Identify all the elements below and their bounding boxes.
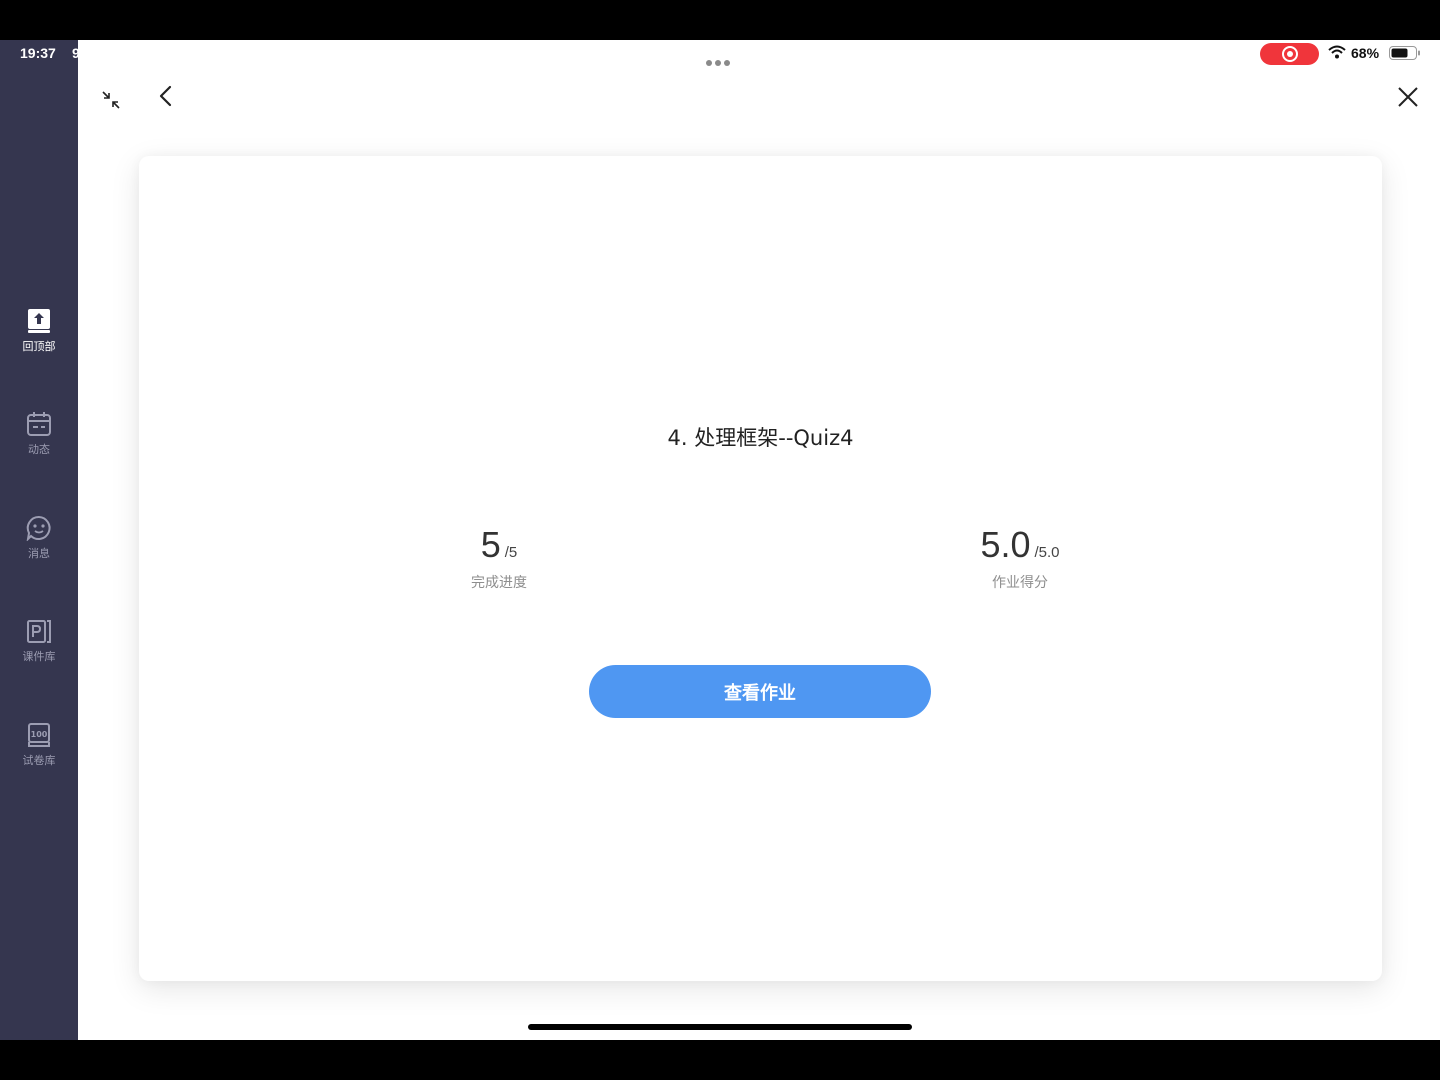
view-homework-button[interactable]: 查看作业	[589, 665, 931, 718]
progress-label: 完成进度	[471, 575, 527, 591]
app-screen: 19:37 9 回顶部 动态 消息 课件库 100 试卷库 68% 4. 处理框…	[0, 40, 1440, 1040]
record-icon	[1282, 46, 1298, 62]
status-time-text: 19:37	[20, 45, 56, 61]
progress-value: 5	[480, 524, 501, 565]
battery-icon	[1389, 46, 1420, 60]
exam-paper-icon: 100	[28, 723, 50, 747]
sidebar-item-messages[interactable]: 消息	[0, 515, 78, 561]
sidebar-item-activity[interactable]: 动态	[0, 411, 78, 457]
sidebar-item-label: 动态	[28, 443, 50, 456]
screen-record-indicator[interactable]	[1260, 43, 1319, 65]
sidebar-item-label: 消息	[28, 547, 50, 560]
home-indicator[interactable]	[528, 1024, 912, 1030]
score-stat: 5.0/5.0 作业得分	[920, 524, 1120, 592]
collapse-icon	[102, 91, 120, 109]
status-time: 19:37 9	[20, 45, 80, 61]
score-value: 5.0	[980, 524, 1031, 565]
letterbox-top	[0, 0, 1440, 40]
ppt-file-icon	[27, 620, 51, 643]
quiz-title: 4. 处理框架--Quiz4	[667, 426, 854, 450]
back-button[interactable]	[156, 84, 176, 111]
score-label: 作业得分	[992, 575, 1048, 591]
close-button[interactable]	[1396, 85, 1420, 112]
sidebar-item-back-to-top[interactable]: 回顶部	[0, 308, 78, 354]
quiz-result-card: 4. 处理框架--Quiz4 5/5 完成进度 5.0/5.0 作业得分 查看作…	[139, 156, 1382, 981]
progress-stat: 5/5 完成进度	[399, 524, 599, 592]
score-total: /5.0	[1034, 544, 1060, 561]
collapse-button[interactable]	[100, 89, 122, 114]
wifi-icon	[1328, 45, 1346, 59]
calendar-icon	[27, 412, 51, 436]
battery-percent: 68%	[1351, 45, 1380, 61]
sidebar-item-label: 课件库	[22, 650, 56, 663]
status-time-extra: 9	[72, 45, 80, 61]
svg-text:100: 100	[31, 730, 48, 739]
progress-total: /5	[504, 544, 518, 561]
sidebar-item-label: 回顶部	[22, 340, 56, 353]
sidebar-item-label: 试卷库	[22, 754, 56, 767]
back-icon	[159, 85, 172, 107]
letterbox-bottom	[0, 1040, 1440, 1080]
close-icon	[1398, 87, 1418, 107]
sidebar-item-exam-library[interactable]: 100 试卷库	[0, 722, 78, 768]
multitask-dots-icon[interactable]	[706, 51, 736, 66]
sidebar: 19:37 9 回顶部 动态 消息 课件库 100 试卷库	[0, 40, 80, 1040]
sidebar-item-courseware[interactable]: 课件库	[0, 618, 78, 664]
upload-to-top-icon	[28, 309, 50, 333]
chat-bubble-icon	[26, 515, 51, 541]
